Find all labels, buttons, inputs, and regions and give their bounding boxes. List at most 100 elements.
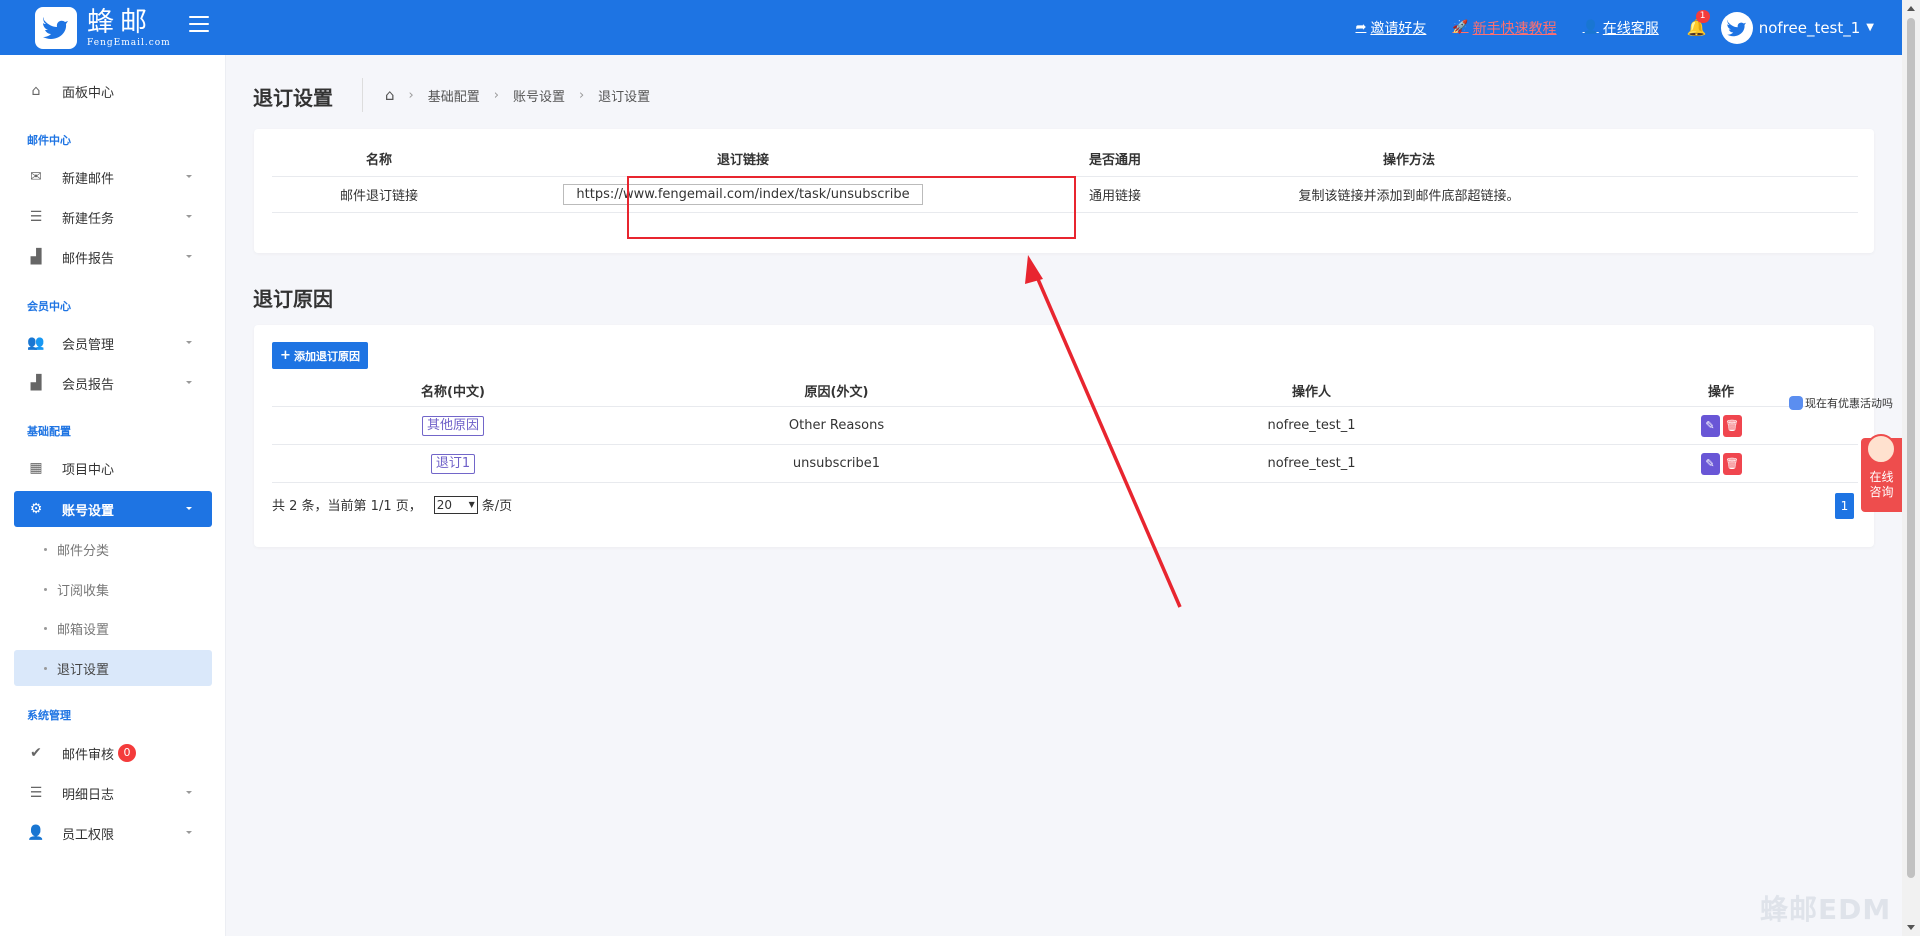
caret-down-icon: [186, 215, 192, 218]
sidebar-sub-mailbox-settings[interactable]: 邮箱设置: [14, 610, 212, 646]
trash-icon[interactable]: 🗑: [1722, 452, 1742, 475]
link-name: 邮件退订链接: [339, 189, 418, 204]
sidebar-item-staff-permissions[interactable]: 👤 员工权限: [14, 815, 212, 851]
chart-icon: ▟: [30, 249, 42, 265]
invite-friends-link[interactable]: ➦ 邀请好友: [1355, 18, 1426, 38]
scrollbar[interactable]: [1902, 0, 1920, 936]
sidebar-item-member-report[interactable]: ▟ 会员报告: [14, 365, 212, 401]
users-icon: 👥: [27, 335, 45, 351]
home-icon: ⌂: [31, 83, 41, 99]
page-size-select[interactable]: 20 ▼: [433, 495, 478, 514]
list-icon: ☰: [29, 785, 43, 801]
reason-name-tag: 其他原因: [421, 415, 484, 436]
trash-icon[interactable]: 🗑: [1722, 414, 1742, 437]
sidebar-item-detail-log[interactable]: ☰ 明细日志: [14, 775, 212, 811]
reason-foreign: Other Reasons: [788, 418, 885, 433]
caret-down-icon: [186, 791, 192, 794]
home-icon[interactable]: ⌂: [385, 86, 395, 104]
breadcrumb: ⌂ › 基础配置 › 账号设置 › 退订设置: [362, 78, 650, 112]
menu-toggle-icon[interactable]: [189, 16, 209, 32]
chevron-down-icon: ▼: [468, 500, 475, 509]
caret-down-icon: [186, 507, 192, 510]
col-method: 操作方法: [1382, 153, 1435, 168]
user-menu[interactable]: nofree_test_1 ▼: [1720, 11, 1874, 44]
breadcrumb-current: 退订设置: [598, 89, 651, 105]
link-method: 复制该链接并添加到邮件底部超链接。: [1298, 189, 1520, 204]
table-header: 名称 退订链接 是否通用 操作方法: [272, 141, 1858, 177]
sidebar-item-account-settings[interactable]: ⚙ 账号设置: [14, 491, 212, 527]
brand-name: 蜂邮: [87, 6, 153, 38]
scroll-down-icon[interactable]: [1907, 925, 1915, 930]
sidebar-item-member-mgmt[interactable]: 👥 会员管理: [14, 325, 212, 361]
table-row: 其他原因 Other Reasons nofree_test_1 ✎ 🗑: [272, 407, 1858, 445]
promo-bubble[interactable]: 现在有优惠活动吗: [1789, 395, 1893, 411]
edit-icon[interactable]: ✎: [1700, 414, 1720, 437]
sidebar-sub-unsubscribe-settings[interactable]: 退订设置: [14, 650, 212, 686]
user-icon: 👤: [1582, 20, 1599, 35]
sidebar: ⌂ 面板中心 邮件中心 ✉ 新建邮件 ☰ 新建任务 ▟ 邮件报告 会员中心 👥 会员管理 …: [0, 55, 226, 936]
chat-icon: [1789, 396, 1803, 410]
col-link: 退订链接: [716, 153, 769, 168]
section-base-config: 基础配置: [27, 425, 71, 438]
user-lock-icon: 👤: [27, 825, 45, 841]
avatar: [1720, 11, 1753, 44]
list-icon: ☰: [29, 209, 43, 225]
edit-icon[interactable]: ✎: [1700, 452, 1720, 475]
plus-icon: +: [280, 348, 291, 363]
online-consult-button[interactable]: 在线 咨询: [1861, 434, 1902, 512]
top-bar: 蜂邮 FengEmail.com ➦ 邀请好友 🚀 新手快速教程 👤 在线客服 🔔 1 …: [0, 0, 1902, 55]
sidebar-sub-mail-category[interactable]: 邮件分类: [14, 531, 212, 567]
chevron-down-icon: ▼: [1866, 22, 1874, 33]
sidebar-item-new-mail[interactable]: ✉ 新建邮件: [14, 159, 212, 195]
reason-foreign: unsubscribe1: [792, 456, 881, 471]
reason-operator: nofree_test_1: [1267, 418, 1356, 433]
agent-avatar: [1866, 434, 1896, 464]
watermark: 蜂邮EDM: [1760, 893, 1892, 926]
col-name: 名称: [365, 153, 392, 168]
col-reason-foreign: 原因(外文): [804, 385, 869, 400]
caret-down-icon: [186, 831, 192, 834]
table-row: 退订1 unsubscribe1 nofree_test_1 ✎ 🗑: [272, 445, 1858, 483]
add-reason-button[interactable]: + 添加退订原因: [272, 342, 368, 369]
page-title: 退订设置: [253, 86, 333, 110]
online-service-link[interactable]: 👤 在线客服: [1583, 18, 1659, 38]
quick-tutorial-link[interactable]: 🚀 新手快速教程: [1452, 18, 1556, 38]
breadcrumb-account-settings[interactable]: 账号设置: [513, 86, 565, 105]
reason-name-tag: 退订1: [430, 453, 476, 474]
scroll-thumb[interactable]: [1907, 18, 1915, 878]
section-title-reasons: 退订原因: [253, 287, 333, 311]
page-button-current[interactable]: 1: [1835, 493, 1854, 519]
section-system-mgmt: 系统管理: [27, 709, 71, 722]
col-name-cn: 名称(中文): [421, 385, 485, 400]
col-operator: 操作人: [1291, 385, 1331, 400]
scroll-up-icon[interactable]: [1907, 6, 1915, 11]
username: nofree_test_1: [1758, 18, 1861, 37]
sidebar-item-mail-review[interactable]: ✔ 邮件审核 0: [14, 735, 212, 771]
sidebar-item-new-task[interactable]: ☰ 新建任务: [14, 199, 212, 235]
section-member-center: 会员中心: [27, 300, 71, 313]
highlight-box: [627, 176, 1076, 239]
sidebar-item-project-center[interactable]: ▦ 项目中心: [14, 450, 212, 486]
sidebar-item-dashboard[interactable]: ⌂ 面板中心: [14, 73, 212, 109]
section-mail-center: 邮件中心: [27, 134, 71, 147]
reason-operator: nofree_test_1: [1267, 456, 1356, 471]
bird-logo-icon: [35, 7, 77, 49]
caret-down-icon: [186, 341, 192, 344]
pager-summary: 共 2 条，当前第 1/1 页， 20 ▼ 条/页: [272, 495, 513, 514]
share-icon: ➦: [1355, 20, 1367, 35]
sidebar-item-mail-report[interactable]: ▟ 邮件报告: [14, 239, 212, 275]
envelope-icon: ✉: [30, 169, 42, 185]
brand-domain: FengEmail.com: [87, 37, 171, 48]
review-count-badge: 0: [118, 744, 137, 762]
sidebar-sub-subscription-collect[interactable]: 订阅收集: [14, 571, 212, 607]
caret-down-icon: [186, 175, 192, 178]
table-header: 名称(中文) 原因(外文) 操作人 操作: [272, 375, 1858, 407]
breadcrumb-base-config[interactable]: 基础配置: [428, 86, 480, 105]
unsubscribe-reasons-card: + 添加退订原因 名称(中文) 原因(外文) 操作人 操作 其他原因 Other …: [254, 325, 1874, 547]
notification-badge: 1: [1695, 10, 1710, 23]
boxes-icon: ▦: [29, 460, 43, 476]
rocket-icon: 🚀: [1452, 20, 1469, 35]
bell-icon[interactable]: 🔔 1: [1687, 10, 1710, 37]
caret-down-icon: [186, 381, 192, 384]
caret-down-icon: [186, 255, 192, 258]
